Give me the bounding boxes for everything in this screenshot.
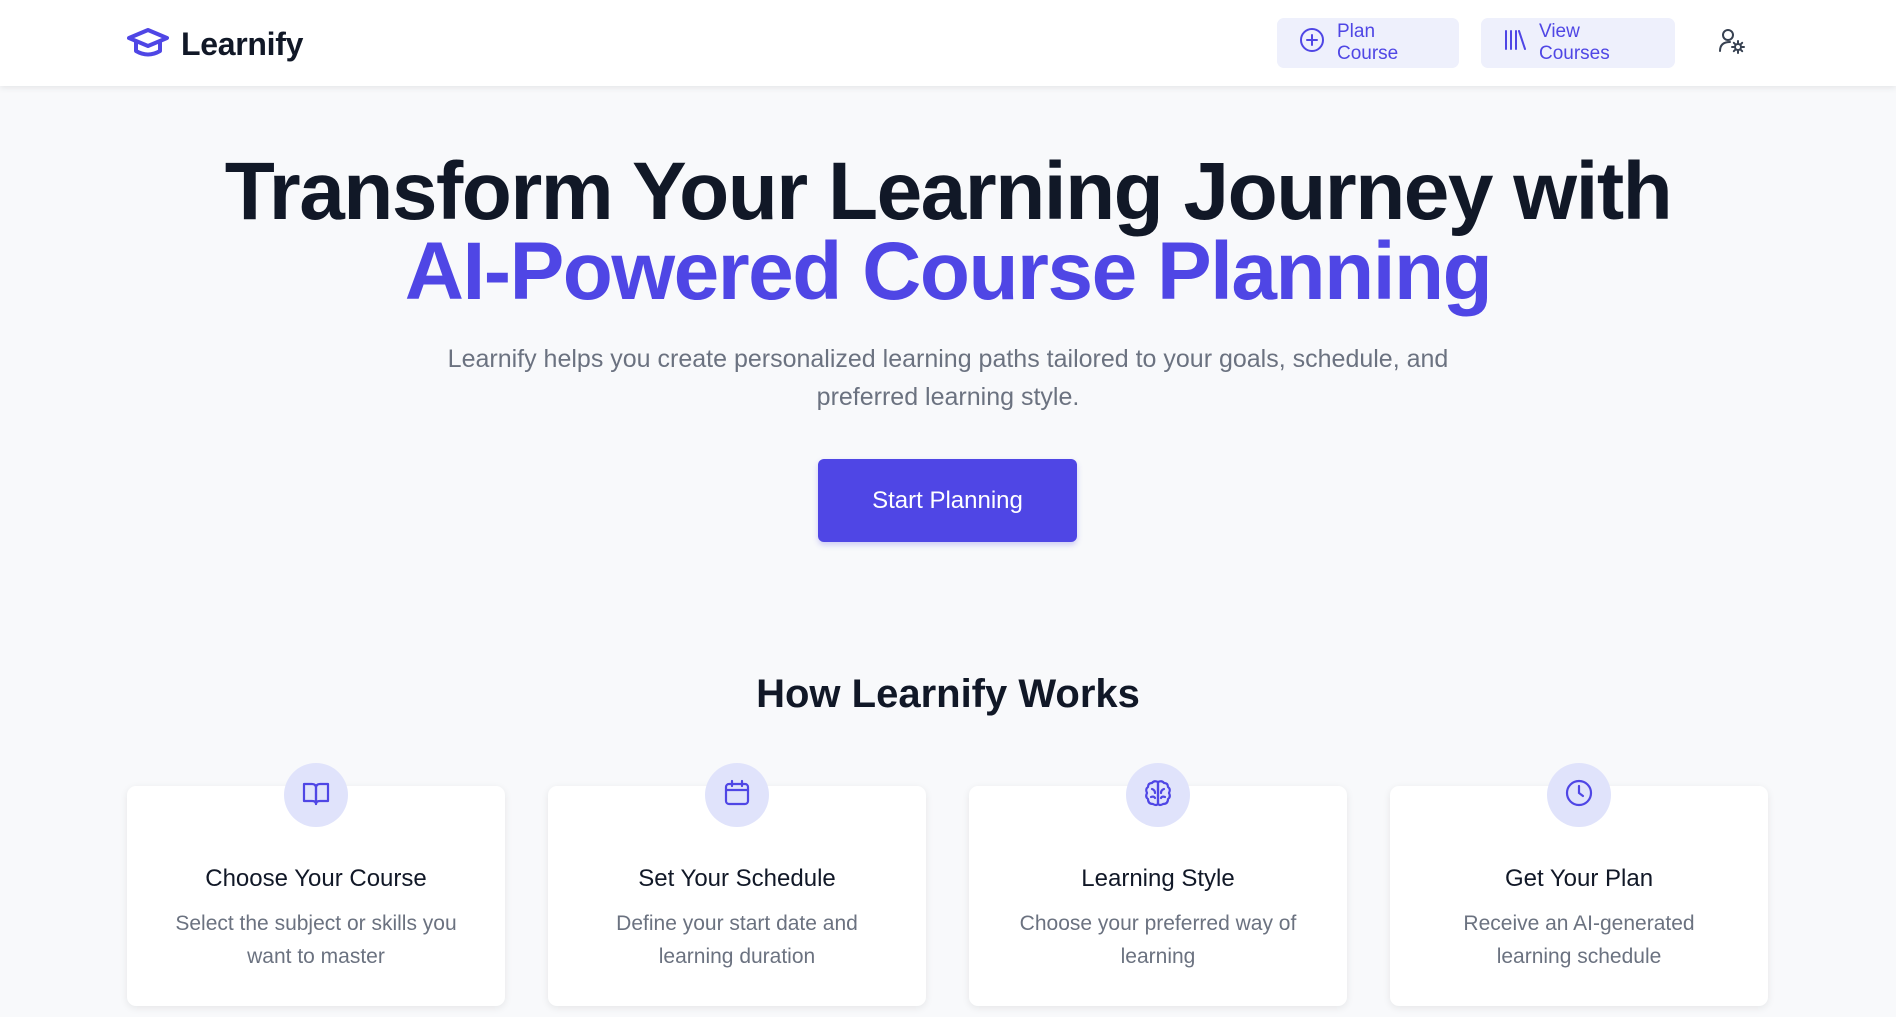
start-planning-button[interactable]: Start Planning	[818, 459, 1077, 542]
step-card-learning-style: Learning Style Choose your preferred way…	[969, 763, 1347, 1006]
top-navbar: Learnify Plan Course View Courses	[0, 0, 1896, 86]
view-courses-button[interactable]: View Courses	[1481, 18, 1675, 68]
step-description: Choose your preferred way of learning	[1019, 912, 1297, 968]
step-description: Receive an AI-generated learning schedul…	[1463, 912, 1695, 968]
hero-title: Transform Your Learning Journey with AI-…	[0, 146, 1896, 317]
plan-course-label: Plan Course	[1337, 21, 1399, 64]
step-title: Set Your Schedule	[638, 865, 836, 892]
brand-name: Learnify	[181, 25, 304, 62]
hero-subtitle: Learnify helps you create personalized l…	[447, 345, 1449, 411]
step-title: Learning Style	[1081, 865, 1235, 892]
brain-icon	[1142, 777, 1174, 814]
clock-icon	[1564, 778, 1594, 813]
step-card-get-plan: Get Your Plan Receive an AI-generated le…	[1390, 763, 1768, 1006]
step-card-set-schedule: Set Your Schedule Define your start date…	[548, 763, 926, 1006]
step-card-choose-course: Choose Your Course Select the subject or…	[127, 763, 505, 1006]
plus-circle-icon	[1299, 27, 1325, 59]
brand-logo-link[interactable]: Learnify	[127, 24, 303, 64]
library-icon	[1503, 28, 1527, 58]
step-icon-badge	[284, 763, 348, 827]
view-courses-label: View Courses	[1539, 21, 1610, 64]
plan-course-button[interactable]: Plan Course	[1277, 18, 1459, 68]
graduation-cap-icon	[127, 26, 169, 62]
user-settings-icon	[1718, 27, 1746, 60]
page: Learnify Plan Course View Courses Transf…	[0, 0, 1896, 1017]
calendar-icon	[722, 778, 752, 813]
hero-title-line-2: AI-Powered Course Planning	[404, 226, 1493, 317]
user-settings-button[interactable]	[1717, 28, 1747, 58]
how-it-works-title: How Learnify Works	[756, 672, 1140, 716]
step-icon-badge	[1126, 763, 1190, 827]
hero-title-line-1: Transform Your Learning Journey with	[224, 146, 1673, 237]
step-icon-badge	[705, 763, 769, 827]
step-description: Select the subject or skills you want to…	[175, 912, 457, 968]
step-icon-badge	[1547, 763, 1611, 827]
book-open-icon	[301, 778, 331, 813]
step-title: Get Your Plan	[1504, 865, 1654, 892]
step-description: Define your start date and learning dura…	[616, 912, 858, 968]
step-title: Choose Your Course	[205, 865, 427, 892]
